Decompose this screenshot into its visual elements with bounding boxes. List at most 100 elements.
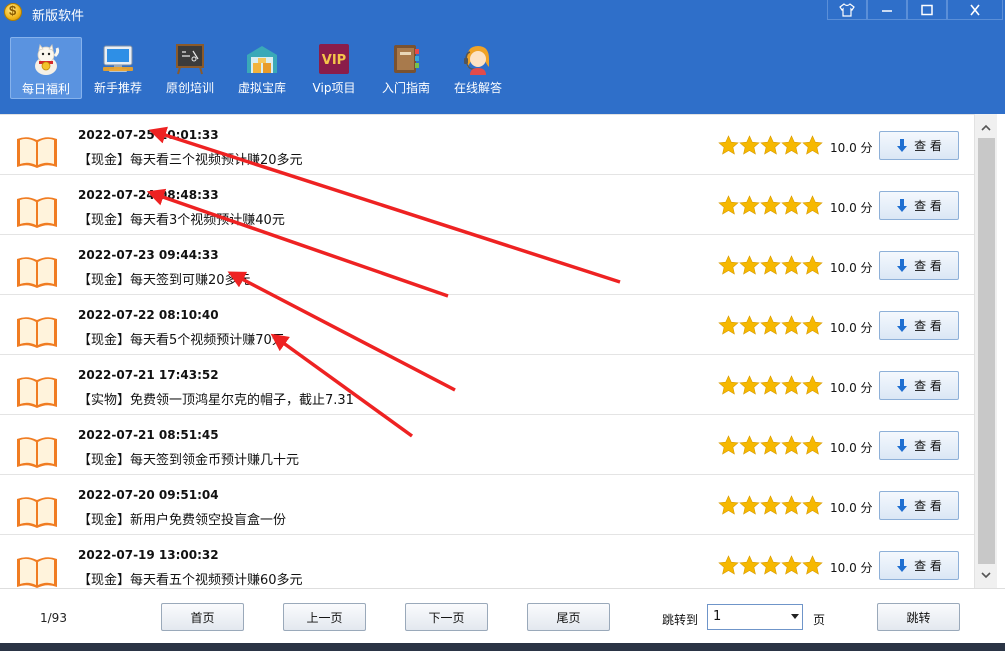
app-logo-icon <box>4 3 22 21</box>
close-icon <box>970 4 980 15</box>
download-arrow-icon <box>897 558 908 572</box>
star-icon <box>718 555 739 575</box>
star-icon <box>802 495 823 515</box>
vip-badge-text: VIP <box>322 53 346 68</box>
star-icon <box>802 375 823 395</box>
star-icon <box>781 135 802 155</box>
download-arrow-icon <box>897 318 908 332</box>
star-icon <box>802 135 823 155</box>
skin-button[interactable] <box>827 0 867 20</box>
view-button-label: 查 看 <box>914 379 942 393</box>
notebook-icon <box>394 45 419 73</box>
star-rating <box>718 135 823 156</box>
list-item: 2022-07-25 10:01:33 【现金】每天看三个视频预计赚20多元 1… <box>0 115 974 175</box>
item-score: 10.0 分 <box>830 261 873 275</box>
book-icon <box>17 557 57 588</box>
book-icon <box>17 257 57 288</box>
star-icon <box>739 435 760 455</box>
star-icon <box>739 255 760 275</box>
star-icon <box>802 255 823 275</box>
view-button[interactable]: 查 看 <box>879 551 959 580</box>
book-icon <box>17 137 57 168</box>
view-button-label: 查 看 <box>914 139 942 153</box>
tool-online-answers[interactable]: 在线解答 <box>442 37 514 99</box>
view-button-label: 查 看 <box>914 319 942 333</box>
item-date: 2022-07-20 09:51:04 <box>78 488 219 502</box>
list-scrollbar[interactable] <box>974 114 997 588</box>
jump-button[interactable]: 跳转 <box>877 603 960 631</box>
tool-vip-project[interactable]: VIP Vip项目 <box>298 37 370 99</box>
star-icon <box>781 315 802 335</box>
view-button-label: 查 看 <box>914 199 942 213</box>
view-button[interactable]: 查 看 <box>879 431 959 460</box>
item-date: 2022-07-21 17:43:52 <box>78 368 219 382</box>
view-button[interactable]: 查 看 <box>879 491 959 520</box>
star-icon <box>718 255 739 275</box>
view-button-label: 查 看 <box>914 499 942 513</box>
list-item: 2022-07-20 09:51:04 【现金】新用户免费领空投盲盒一份 10.… <box>0 475 974 535</box>
item-date: 2022-07-23 09:44:33 <box>78 248 219 262</box>
item-date: 2022-07-24 08:48:33 <box>78 188 219 202</box>
item-title: 【现金】每天签到领金币预计赚几十元 <box>78 453 300 468</box>
view-button-label: 查 看 <box>914 559 942 573</box>
download-arrow-icon <box>897 138 908 152</box>
star-icon <box>760 195 781 215</box>
view-button[interactable]: 查 看 <box>879 311 959 340</box>
star-icon <box>760 135 781 155</box>
tool-virtual-treasury[interactable]: 虚拟宝库 <box>226 37 298 99</box>
view-button[interactable]: 查 看 <box>879 371 959 400</box>
main-toolbar: 每日福利 新手推荐 原创培训 虚拟宝库 VIP Vip项目 入门指南 在线解答 <box>10 37 514 99</box>
item-score: 10.0 分 <box>830 441 873 455</box>
item-title: 【现金】每天看3个视频预计赚40元 <box>78 213 285 228</box>
lucky-cat-icon <box>35 44 60 75</box>
star-icon <box>760 435 781 455</box>
tool-label: 新手推荐 <box>93 81 142 95</box>
next-page-button[interactable]: 下一页 <box>405 603 488 631</box>
star-rating <box>718 435 823 456</box>
view-button[interactable]: 查 看 <box>879 131 959 160</box>
prev-page-button[interactable]: 上一页 <box>283 603 366 631</box>
close-button[interactable] <box>947 0 1003 20</box>
title-bar: 新版软件 <box>0 0 1005 26</box>
star-rating <box>718 195 823 216</box>
tool-label: Vip项目 <box>312 81 356 95</box>
maximize-button[interactable] <box>907 0 947 20</box>
minimize-icon <box>882 9 892 12</box>
vip-icon: VIP <box>319 44 349 74</box>
star-icon <box>802 555 823 575</box>
first-page-button[interactable]: 首页 <box>161 603 244 631</box>
star-rating <box>718 495 823 516</box>
tool-beginner-guide[interactable]: 入门指南 <box>370 37 442 99</box>
download-arrow-icon <box>897 438 908 452</box>
star-icon <box>760 315 781 335</box>
star-icon <box>802 435 823 455</box>
view-button[interactable]: 查 看 <box>879 191 959 220</box>
minimize-button[interactable] <box>867 0 907 20</box>
item-title: 【实物】免费领一顶鸿星尔克的帽子，截止7.31 <box>78 393 354 408</box>
scroll-thumb[interactable] <box>978 138 995 564</box>
tool-newbie-recommend[interactable]: 新手推荐 <box>82 37 154 99</box>
tool-original-training[interactable]: 原创培训 <box>154 37 226 99</box>
star-icon <box>718 135 739 155</box>
item-score: 10.0 分 <box>830 321 873 335</box>
shirt-icon <box>839 2 855 17</box>
last-page-button[interactable]: 尾页 <box>527 603 610 631</box>
tool-daily-welfare[interactable]: 每日福利 <box>10 37 82 99</box>
page-select[interactable]: 1 <box>707 604 803 630</box>
star-icon <box>739 375 760 395</box>
page-select-value: 1 <box>713 609 722 624</box>
star-icon <box>739 135 760 155</box>
book-icon <box>17 497 57 528</box>
welfare-list: 2022-07-25 10:01:33 【现金】每天看三个视频预计赚20多元 1… <box>0 114 974 588</box>
star-icon <box>781 495 802 515</box>
item-title: 【现金】每天看五个视频预计赚60多元 <box>78 573 303 588</box>
item-score: 10.0 分 <box>830 561 873 575</box>
view-button[interactable]: 查 看 <box>879 251 959 280</box>
scroll-up-button[interactable] <box>975 118 997 136</box>
item-score: 10.0 分 <box>830 141 873 155</box>
list-item: 2022-07-22 08:10:40 【现金】每天看5个视频预计赚70元 10… <box>0 295 974 355</box>
item-date: 2022-07-21 08:51:45 <box>78 428 219 442</box>
scroll-down-button[interactable] <box>975 566 997 584</box>
warehouse-icon <box>247 46 277 73</box>
support-agent-icon <box>464 46 489 75</box>
